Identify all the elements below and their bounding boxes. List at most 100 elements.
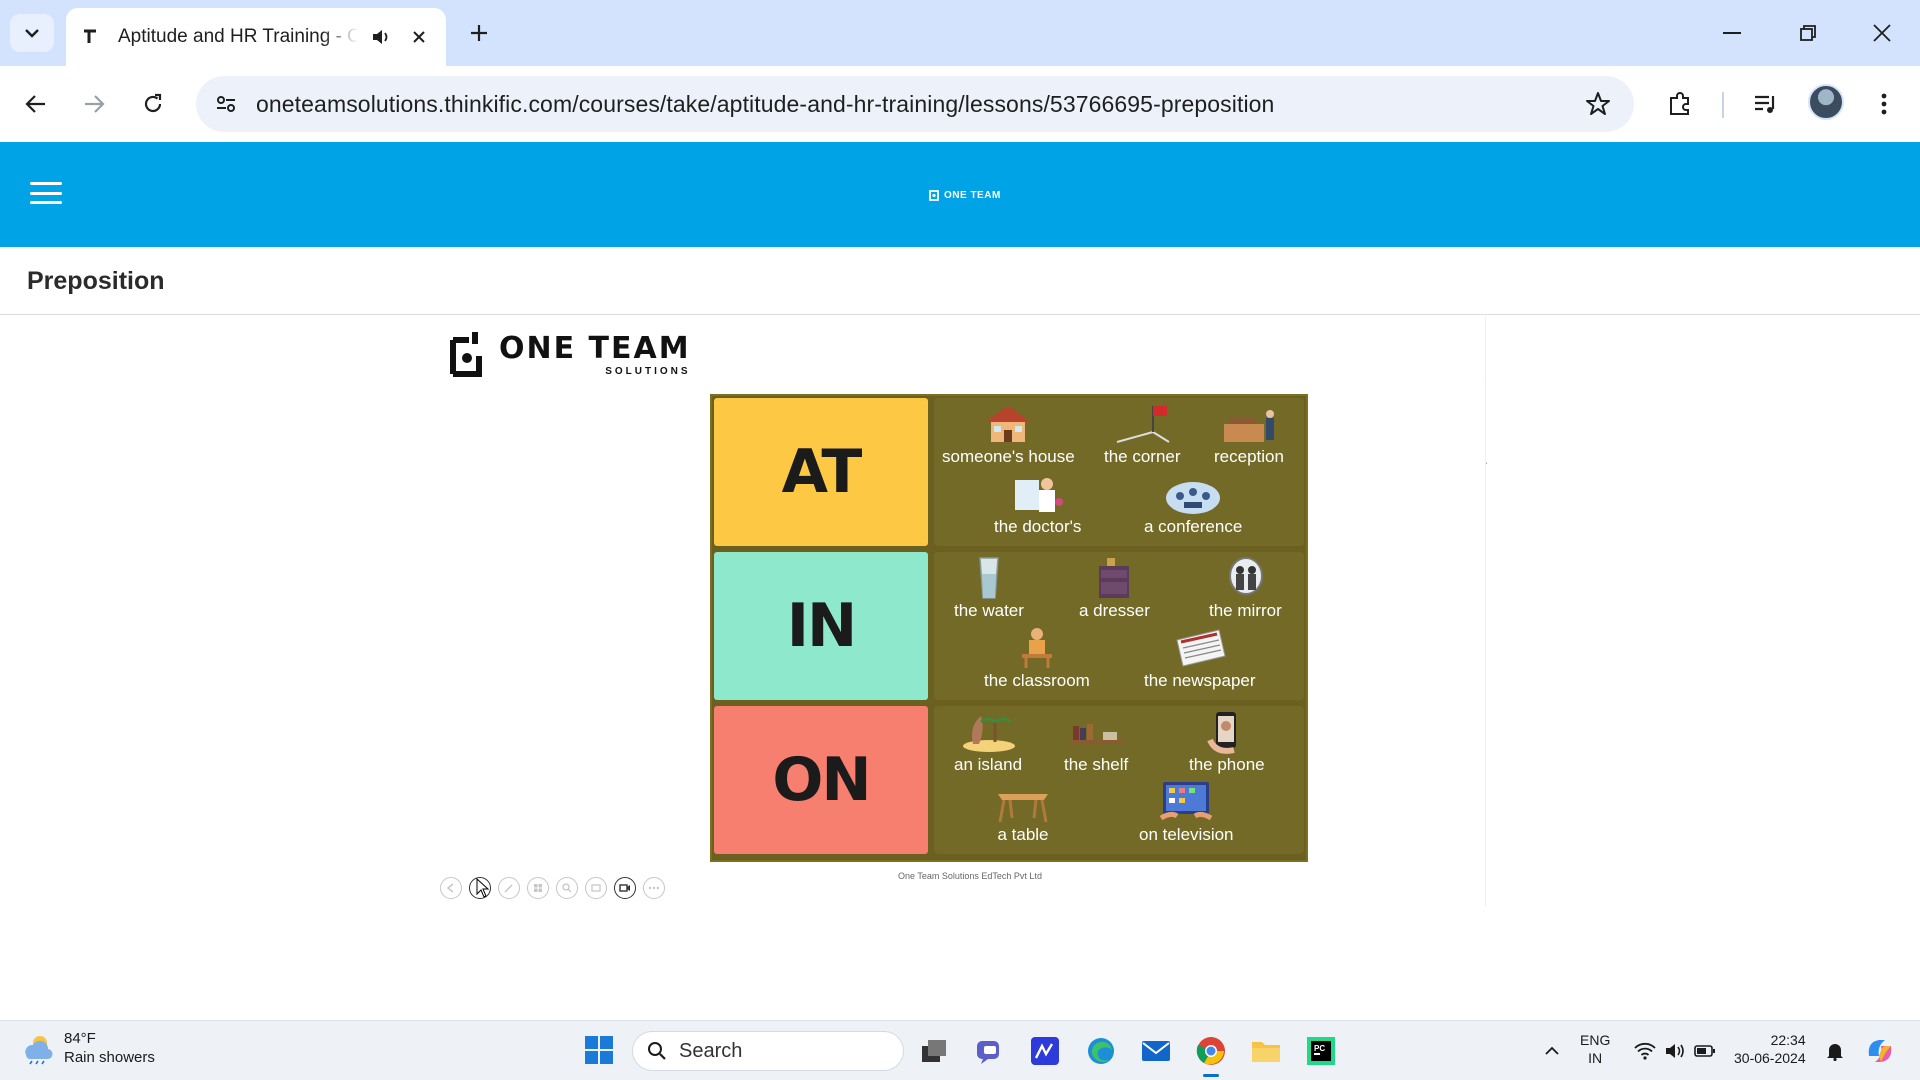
- search-icon: [648, 1042, 666, 1060]
- item-label: a table: [997, 825, 1049, 844]
- subtitles-icon[interactable]: [585, 877, 607, 899]
- slide-player-controls: [440, 876, 672, 900]
- browser-menu-icon[interactable]: [1864, 84, 1904, 124]
- item-label: the corner: [1104, 447, 1181, 466]
- reception-desk-icon: [1223, 410, 1274, 442]
- prev-slide-icon[interactable]: [440, 877, 462, 899]
- chrome-icon[interactable]: [1193, 1033, 1229, 1077]
- input-language[interactable]: ENG IN: [1580, 1031, 1610, 1067]
- weather-desc: Rain showers: [64, 1049, 155, 1066]
- tab-title: Aptitude and HR Training - One Team Solu…: [118, 26, 358, 47]
- newspaper-icon: [1176, 629, 1226, 667]
- tab-search-chevron-icon[interactable]: [10, 14, 54, 52]
- item-the-corner: the corner: [1104, 402, 1181, 467]
- pycharm-icon[interactable]: PC: [1303, 1033, 1339, 1069]
- rain-cloud-icon: [25, 1036, 53, 1065]
- item-the-doctors: the doctor's: [994, 472, 1081, 537]
- item-a-conference: a conference: [1144, 472, 1242, 537]
- header-logo-text: ONE TEAM: [944, 189, 1001, 201]
- forward-arrow-icon[interactable]: [74, 84, 114, 124]
- task-view-icon[interactable]: [916, 1033, 952, 1069]
- pen-app-icon[interactable]: [1027, 1033, 1063, 1069]
- new-tab-plus-icon[interactable]: [462, 16, 496, 50]
- reload-icon[interactable]: [133, 84, 173, 124]
- item-label: the newspaper: [1144, 671, 1256, 690]
- mail-icon[interactable]: [1138, 1033, 1174, 1069]
- media-control-icon[interactable]: [1746, 84, 1786, 124]
- item-label: the mirror: [1209, 601, 1282, 620]
- one-team-mark-icon: [929, 190, 939, 201]
- header-logo[interactable]: ONE TEAM: [928, 185, 1001, 205]
- system-clock[interactable]: 22:34 30-06-2024: [1734, 1031, 1806, 1067]
- item-label: on television: [1139, 825, 1234, 844]
- edge-browser-icon[interactable]: [1083, 1033, 1119, 1069]
- lesson-slide: ONE TEAM SOLUTIONS AT someone's house th…: [440, 316, 1486, 906]
- item-someones-house: someone's house: [942, 402, 1075, 467]
- hamburger-menu-icon[interactable]: [30, 178, 62, 208]
- windows-start-icon[interactable]: [584, 1035, 614, 1065]
- profile-avatar[interactable]: [1808, 84, 1844, 120]
- camera-icon[interactable]: [614, 877, 636, 899]
- windows-taskbar: 84°F Rain showers Search PC ENG IN 22:34…: [0, 1020, 1920, 1080]
- back-arrow-icon[interactable]: [16, 84, 56, 124]
- minimize-icon[interactable]: [1710, 12, 1754, 54]
- item-on-television: on television: [1139, 780, 1234, 845]
- close-window-icon[interactable]: [1860, 12, 1904, 54]
- corner-flag-icon: [1116, 406, 1170, 443]
- speaker-icon[interactable]: [366, 22, 396, 52]
- close-tab-icon[interactable]: [404, 22, 434, 52]
- slides-grid-icon[interactable]: [527, 877, 549, 899]
- logo-sub-text: SOLUTIONS: [605, 365, 691, 377]
- phone-icon: [1207, 712, 1236, 754]
- item-label: the doctor's: [994, 517, 1082, 536]
- item-label: reception: [1214, 447, 1284, 466]
- lesson-title: Preposition: [27, 267, 165, 295]
- teams-chat-icon[interactable]: [972, 1033, 1008, 1069]
- svg-text:PC: PC: [1314, 1044, 1325, 1053]
- item-label: the water: [954, 601, 1024, 620]
- bookmark-star-icon[interactable]: [1582, 88, 1614, 120]
- item-label: the classroom: [984, 671, 1090, 690]
- item-label: the shelf: [1064, 755, 1129, 774]
- row-panel-at: someone's house the corner reception the…: [934, 398, 1304, 546]
- clock-time: 22:34: [1770, 1032, 1806, 1048]
- volume-icon[interactable]: [1660, 1033, 1690, 1069]
- island-icon: [963, 716, 1016, 752]
- show-hidden-icons-chevron-icon[interactable]: [1534, 1033, 1570, 1069]
- conference-icon: [1166, 482, 1221, 514]
- restore-window-icon[interactable]: [1786, 12, 1830, 54]
- lesson-title-bar: Preposition: [0, 247, 1920, 315]
- zoom-icon[interactable]: [556, 877, 578, 899]
- clock-date: 30-06-2024: [1734, 1050, 1806, 1066]
- browser-tab-active[interactable]: Aptitude and HR Training - One Team Solu…: [66, 8, 446, 66]
- classroom-icon: [1021, 628, 1052, 668]
- url-text: oneteamsolutions.thinkific.com/courses/t…: [256, 91, 1275, 117]
- item-the-newspaper: the newspaper: [1144, 626, 1256, 691]
- weather-widget[interactable]: 84°F Rain showers: [20, 1029, 155, 1067]
- notification-bell-icon[interactable]: [1820, 1033, 1850, 1069]
- site-settings-icon[interactable]: [208, 86, 244, 122]
- extensions-puzzle-icon[interactable]: [1660, 84, 1700, 124]
- row-label-at: AT: [714, 398, 928, 546]
- browser-tab-bar: Aptitude and HR Training - One Team Solu…: [0, 0, 1920, 66]
- browser-toolbar: oneteamsolutions.thinkific.com/courses/t…: [0, 66, 1920, 142]
- pen-icon[interactable]: [498, 877, 520, 899]
- glass-of-water-icon: [979, 557, 999, 599]
- preposition-board: AT someone's house the corner reception …: [710, 394, 1308, 862]
- row-label-on: ON: [714, 706, 928, 854]
- item-label: a conference: [1144, 517, 1243, 536]
- item-label: someone's house: [942, 447, 1075, 466]
- dresser-icon: [1099, 558, 1130, 598]
- row-in: IN the water a dresser the mirror the cl…: [712, 550, 1306, 702]
- slide-footer: One Team Solutions EdTech Pvt Ltd: [898, 871, 1042, 881]
- course-header: ONE TEAM: [0, 142, 1920, 247]
- mouse-cursor-icon: [476, 878, 490, 898]
- file-explorer-icon[interactable]: [1248, 1033, 1284, 1069]
- battery-icon[interactable]: [1690, 1033, 1720, 1069]
- wifi-icon[interactable]: [1630, 1033, 1660, 1069]
- more-options-icon[interactable]: [643, 877, 665, 899]
- address-bar[interactable]: oneteamsolutions.thinkific.com/courses/t…: [196, 76, 1634, 132]
- item-reception: reception: [1214, 402, 1284, 467]
- taskbar-search[interactable]: Search: [632, 1031, 904, 1071]
- copilot-icon[interactable]: [1862, 1033, 1898, 1069]
